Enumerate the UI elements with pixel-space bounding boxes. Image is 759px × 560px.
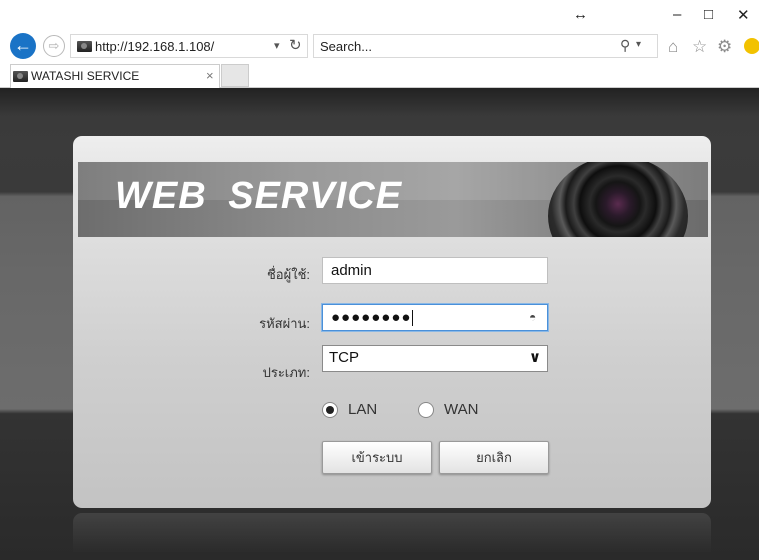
login-button[interactable]: เข้าระบบ [322, 441, 432, 474]
back-button[interactable]: ← [10, 33, 36, 59]
url-dropdown-icon[interactable]: ▾ [274, 39, 280, 52]
settings-icon[interactable]: ⚙ [717, 37, 732, 57]
radio-lan[interactable] [322, 402, 338, 418]
feedback-smiley-icon[interactable] [744, 38, 759, 54]
resize-icon[interactable]: ↔ [573, 6, 588, 23]
protocol-value: TCP [329, 349, 359, 366]
panel-reflection [73, 513, 711, 553]
forward-button[interactable]: ⇨ [43, 35, 65, 57]
tab-close-icon[interactable]: × [206, 68, 214, 83]
minimize-button[interactable]: – [673, 6, 681, 23]
search-input[interactable]: Search... ⚲ ▾ [313, 34, 658, 58]
new-tab-button[interactable] [221, 64, 249, 87]
username-value: admin [331, 262, 372, 279]
web-service-banner: WEB SERVICE [78, 162, 708, 237]
browser-chrome: ↔ – □ ✕ ← ⇨ http://192.168.1.108/ ▾ ↻ Se… [0, 0, 759, 88]
text-cursor [412, 310, 414, 327]
radio-lan-label[interactable]: LAN [348, 401, 377, 418]
search-icon[interactable]: ⚲ [620, 37, 630, 54]
address-bar-row: ← ⇨ http://192.168.1.108/ ▾ ↻ Search... … [0, 30, 759, 62]
url-text: http://192.168.1.108/ [95, 39, 215, 54]
favorites-icon[interactable]: ☆ [692, 37, 707, 57]
search-placeholder: Search... [320, 39, 373, 54]
close-window-button[interactable]: ✕ [737, 6, 750, 24]
username-label: ชื่อผู้ใช้: [266, 267, 310, 282]
tab-favicon-icon [13, 71, 28, 82]
cancel-button[interactable]: ยกเลิก [439, 441, 549, 474]
tab-title: WATASHI SERVICE [31, 69, 140, 83]
tab-bar: WATASHI SERVICE × [0, 64, 759, 88]
tab-watashi-service[interactable]: WATASHI SERVICE × [10, 64, 220, 88]
search-dropdown-icon[interactable]: ▾ [636, 39, 641, 50]
camera-lens-image [548, 162, 688, 237]
password-value: ●●●●●●●● [331, 309, 412, 326]
chevron-down-icon: ∨ [528, 349, 541, 366]
home-icon[interactable]: ⌂ [668, 37, 678, 57]
page-content: WEB SERVICE ชื่อผู้ใช้: admin รหัสผ่าน: … [0, 88, 759, 560]
url-field[interactable]: http://192.168.1.108/ ▾ ↻ [70, 34, 308, 58]
refresh-icon[interactable]: ↻ [289, 36, 302, 54]
login-panel: WEB SERVICE ชื่อผู้ใช้: admin รหัสผ่าน: … [73, 136, 711, 508]
banner-title: WEB SERVICE [115, 175, 403, 217]
restore-button[interactable]: □ [704, 6, 713, 23]
site-favicon-icon [77, 41, 92, 52]
password-label: รหัสผ่าน: [259, 316, 310, 331]
protocol-select[interactable]: TCP ∨ [322, 345, 548, 372]
type-label: ประเภท: [262, 365, 310, 380]
show-password-icon[interactable]: ◓ [529, 310, 536, 324]
password-field[interactable]: ●●●●●●●● ◓ [322, 304, 548, 331]
radio-wan[interactable] [418, 402, 434, 418]
radio-wan-label[interactable]: WAN [444, 401, 478, 418]
username-field[interactable]: admin [322, 257, 548, 284]
